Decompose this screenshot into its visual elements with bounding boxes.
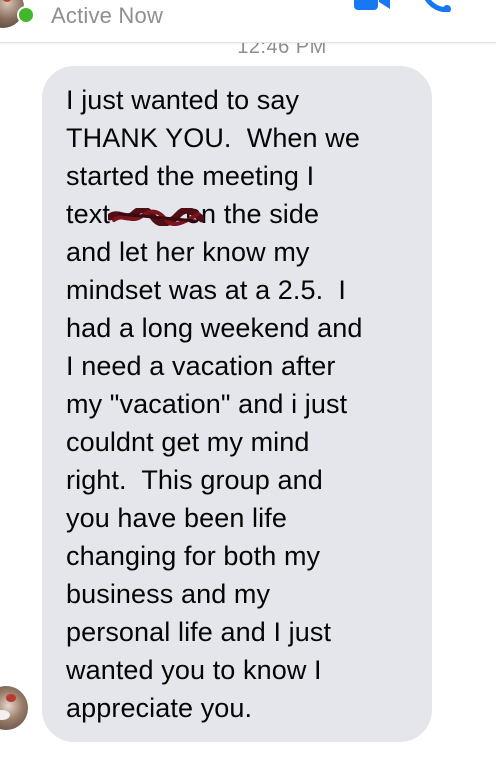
message-line: business and my: [66, 579, 271, 609]
message-line: you have been life: [66, 503, 287, 533]
sender-avatar[interactable]: [0, 686, 28, 730]
message-line: couldnt get my mind: [66, 427, 310, 457]
redaction-scribble: [108, 208, 204, 226]
phone-call-icon[interactable]: [420, 0, 454, 12]
message-line: THANK YOU. When we: [66, 123, 360, 153]
message-line: started the meeting I: [66, 161, 315, 191]
video-call-icon[interactable]: [352, 0, 392, 12]
message-line: my "vacation" and i just: [66, 389, 348, 419]
chat-screen: Active Now 12:46 PM I just wanted to say…: [0, 0, 496, 760]
message-line: right. This group and: [66, 465, 323, 495]
message-line: wanted you to know I: [66, 655, 322, 685]
message-line: personal life and I just: [66, 617, 332, 647]
message-text: I just wanted to say THANK YOU. When we …: [66, 81, 426, 727]
avatar-detail: [2, 0, 12, 2]
avatar-detail: [6, 694, 16, 702]
message-line: and let her know my: [66, 237, 310, 267]
online-status-icon: [17, 6, 35, 24]
message-line: mindset was at a 2.5. I: [66, 275, 347, 305]
message-line: changing for both my: [66, 541, 321, 571]
avatar-detail: [0, 710, 10, 720]
message-line: had a long weekend and: [66, 313, 363, 343]
conversation-header: Active Now: [0, 0, 496, 43]
message-line: appreciate you.: [66, 693, 253, 723]
active-status: Active Now: [51, 3, 164, 28]
message-line: I need a vacation after: [66, 351, 336, 381]
message-line: I just wanted to say: [66, 85, 300, 115]
